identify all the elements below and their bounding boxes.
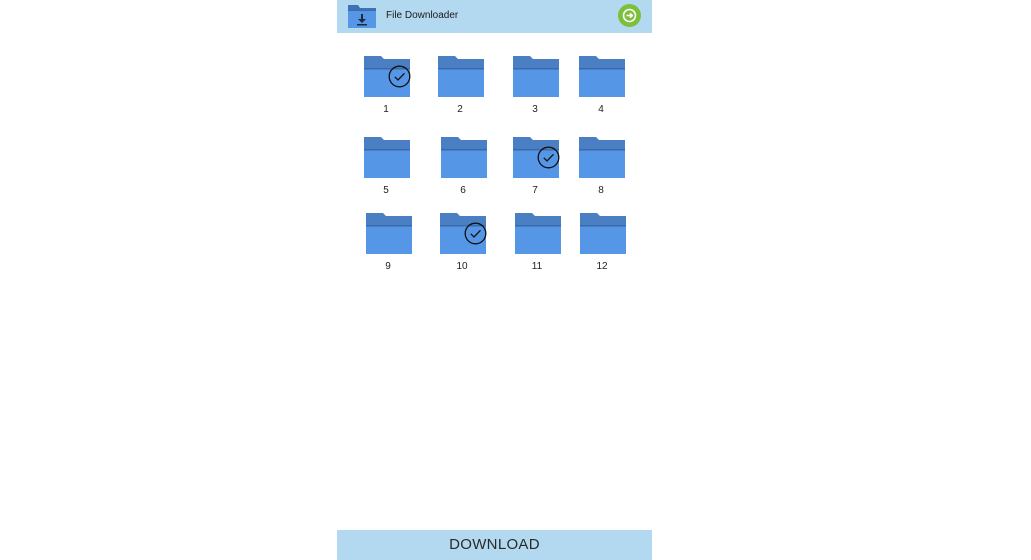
- arrow-right-circle-icon: [618, 4, 641, 27]
- folder-item[interactable]: 4: [573, 56, 629, 126]
- folder-label: 11: [531, 261, 543, 272]
- folder-item[interactable]: 12: [574, 213, 630, 283]
- folder-icon: [441, 137, 487, 178]
- folder-label: 8: [598, 185, 604, 196]
- folder-label: 4: [598, 104, 604, 115]
- header-bar: File Downloader: [337, 0, 652, 33]
- folder-label: 3: [532, 104, 538, 115]
- folder-item[interactable]: 3: [507, 56, 563, 126]
- folder-label: 6: [460, 185, 466, 196]
- folder-item[interactable]: 5: [358, 137, 414, 207]
- folder-icon: [515, 213, 561, 254]
- folder-icon: [580, 213, 626, 254]
- app-window: File Downloader 1 2 3 4 5 6 7 8 9 10 11 12 DOWNLOAD: [337, 0, 652, 560]
- folder-item[interactable]: 1: [358, 56, 414, 126]
- folder-icon: [366, 213, 412, 254]
- folder-icon: [364, 137, 410, 178]
- folder-item[interactable]: 2: [432, 56, 488, 126]
- folder-item[interactable]: 8: [573, 137, 629, 207]
- folder-label: 7: [532, 185, 538, 196]
- exit-button[interactable]: [618, 4, 641, 27]
- folder-label: 9: [385, 261, 391, 272]
- folder-label: 2: [457, 104, 463, 115]
- check-circle-icon: [388, 65, 411, 88]
- folder-icon: [513, 56, 559, 97]
- check-circle-icon: [464, 222, 487, 245]
- folder-icon: [438, 56, 484, 97]
- folder-label: 12: [596, 261, 608, 272]
- folder-item[interactable]: 6: [435, 137, 491, 207]
- download-button[interactable]: DOWNLOAD: [337, 530, 652, 560]
- folder-icon: [579, 137, 625, 178]
- folder-label: 1: [383, 104, 389, 115]
- check-circle-icon: [537, 146, 560, 169]
- folder-item[interactable]: 7: [507, 137, 563, 207]
- folder-label: 10: [456, 261, 468, 272]
- folder-icon: [579, 56, 625, 97]
- folder-label: 5: [383, 185, 389, 196]
- folder-item[interactable]: 10: [434, 213, 490, 283]
- app-title: File Downloader: [386, 10, 459, 21]
- folder-item[interactable]: 9: [360, 213, 416, 283]
- folder-item[interactable]: 11: [509, 213, 565, 283]
- folder-download-icon: [347, 2, 377, 29]
